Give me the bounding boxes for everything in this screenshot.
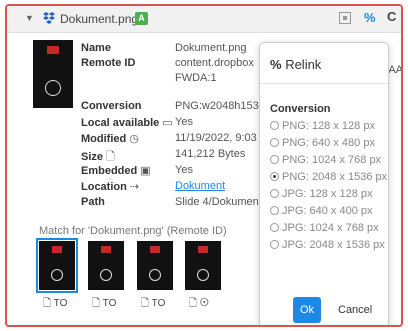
match-foot: 🗋 TO xyxy=(141,298,166,309)
ok-button[interactable]: Ok xyxy=(293,297,321,323)
link-item-panel: ▼ Dokument.png A % C Name Dokument.png R… xyxy=(5,4,403,327)
prop-label-text: Location xyxy=(81,181,127,193)
prop-value: 141,212 Bytes xyxy=(175,148,246,160)
radio-icon[interactable] xyxy=(270,223,279,232)
match-thumbnail[interactable] xyxy=(185,241,221,290)
link-icon[interactable]: % xyxy=(364,10,376,25)
conversion-option[interactable]: PNG: 640 x 480 px xyxy=(270,137,375,149)
power-icon xyxy=(45,80,61,96)
conversion-option[interactable]: JPG: 2048 x 1536 px xyxy=(270,239,385,251)
radio-icon[interactable] xyxy=(270,206,279,215)
relink-title-text: Relink xyxy=(285,57,322,72)
logo-icon xyxy=(198,246,208,253)
monitor-icon: ▭ xyxy=(162,117,173,129)
radio-icon[interactable] xyxy=(270,121,279,130)
conversion-option[interactable]: PNG: 128 x 128 px xyxy=(270,120,375,132)
option-label: PNG: 1024 x 768 px xyxy=(282,154,382,166)
power-icon xyxy=(149,269,161,281)
conversion-option[interactable]: PNG: 1024 x 768 px xyxy=(270,154,381,166)
relink-title: % Relink xyxy=(270,57,321,72)
divider xyxy=(260,83,388,84)
match-caption: Match for 'Dokument.png' (Remote ID) xyxy=(39,225,227,237)
prop-value: content.dropbox xyxy=(175,57,254,69)
match-foot: 🗋 TO xyxy=(92,298,117,309)
relink-popup: % Relink Conversion PNG: 128 x 128 px PN… xyxy=(259,42,389,325)
link-icon: % xyxy=(270,57,282,72)
cancel-button[interactable]: Cancel xyxy=(338,304,372,316)
prop-value: 11/19/2022, 9:03 xyxy=(175,132,257,144)
prop-label-text: Local available xyxy=(81,117,160,129)
prop-label: Embedded ▣ xyxy=(81,164,151,177)
file-thumbnail xyxy=(33,40,73,108)
prop-label-text: Size xyxy=(81,151,104,163)
prop-label: Conversion xyxy=(81,100,142,112)
option-label: JPG: 128 x 128 px xyxy=(282,188,373,200)
conversion-option[interactable]: JPG: 1024 x 768 px xyxy=(270,222,379,234)
radio-icon[interactable] xyxy=(270,240,279,249)
power-icon xyxy=(100,269,112,281)
prop-label-text: Embedded xyxy=(81,165,138,177)
prop-label: Remote ID xyxy=(81,57,136,69)
logo-icon xyxy=(47,46,59,54)
radio-icon[interactable] xyxy=(270,155,279,164)
item-filename: Dokument.png xyxy=(60,12,139,26)
logo-icon xyxy=(150,246,160,253)
prop-value: Dokument.png xyxy=(175,42,247,54)
option-label: JPG: 1024 x 768 px xyxy=(282,222,379,234)
match-foot: 🗋 ⊙ xyxy=(189,298,209,309)
power-icon xyxy=(197,269,209,281)
radio-icon[interactable] xyxy=(270,138,279,147)
prop-label: Name xyxy=(81,42,111,54)
item-header: ▼ Dokument.png A % C xyxy=(7,6,401,33)
match-thumbnail[interactable] xyxy=(36,238,78,293)
option-label: JPG: 2048 x 1536 px xyxy=(282,239,385,251)
ai-badge-icon: A xyxy=(135,12,148,25)
conversion-option-selected[interactable]: PNG: 2048 x 1536 px xyxy=(270,171,387,183)
logo-icon xyxy=(52,246,62,253)
match-foot: 🗋 TO xyxy=(43,298,68,309)
prop-label-text: Modified xyxy=(81,133,127,145)
goto-icon: ⇢ xyxy=(129,181,140,193)
location-link[interactable]: Dokument xyxy=(175,180,225,192)
radio-icon[interactable] xyxy=(270,189,279,198)
option-label: PNG: 2048 x 1536 px xyxy=(282,171,388,183)
match-thumbnail[interactable] xyxy=(88,241,124,290)
match-thumbnail[interactable] xyxy=(137,241,173,290)
chevron-down-icon[interactable]: ▼ xyxy=(25,13,34,23)
conversion-option[interactable]: JPG: 640 x 400 px xyxy=(270,205,373,217)
conversion-heading: Conversion xyxy=(270,103,331,115)
logo-icon xyxy=(101,246,111,253)
prop-label: Local available ▭ xyxy=(81,116,173,129)
radio-icon[interactable] xyxy=(270,172,279,181)
option-label: JPG: 640 x 400 px xyxy=(282,205,373,217)
dropbox-icon xyxy=(42,11,56,28)
embedded-icon: ▣ xyxy=(140,165,151,177)
option-label: PNG: 128 x 128 px xyxy=(282,120,375,132)
prop-value: FWDA:1 xyxy=(175,72,217,84)
prop-value: PNG:w2048h1536 xyxy=(175,100,265,112)
prop-value: Slide 4/Dokumen xyxy=(175,196,259,208)
prop-label: Location ⇢ xyxy=(81,180,139,193)
option-label: PNG: 640 x 480 px xyxy=(282,137,375,149)
prop-value: Yes xyxy=(175,164,193,176)
conversion-option[interactable]: JPG: 128 x 128 px xyxy=(270,188,373,200)
prop-label: Modified ◷ xyxy=(81,132,139,145)
clock-icon: ◷ xyxy=(129,133,139,145)
prop-value: Yes xyxy=(175,116,193,128)
refresh-icon[interactable]: C xyxy=(387,9,396,24)
prop-label: Path xyxy=(81,196,105,208)
power-icon xyxy=(51,269,63,281)
info-icon[interactable] xyxy=(339,12,351,24)
